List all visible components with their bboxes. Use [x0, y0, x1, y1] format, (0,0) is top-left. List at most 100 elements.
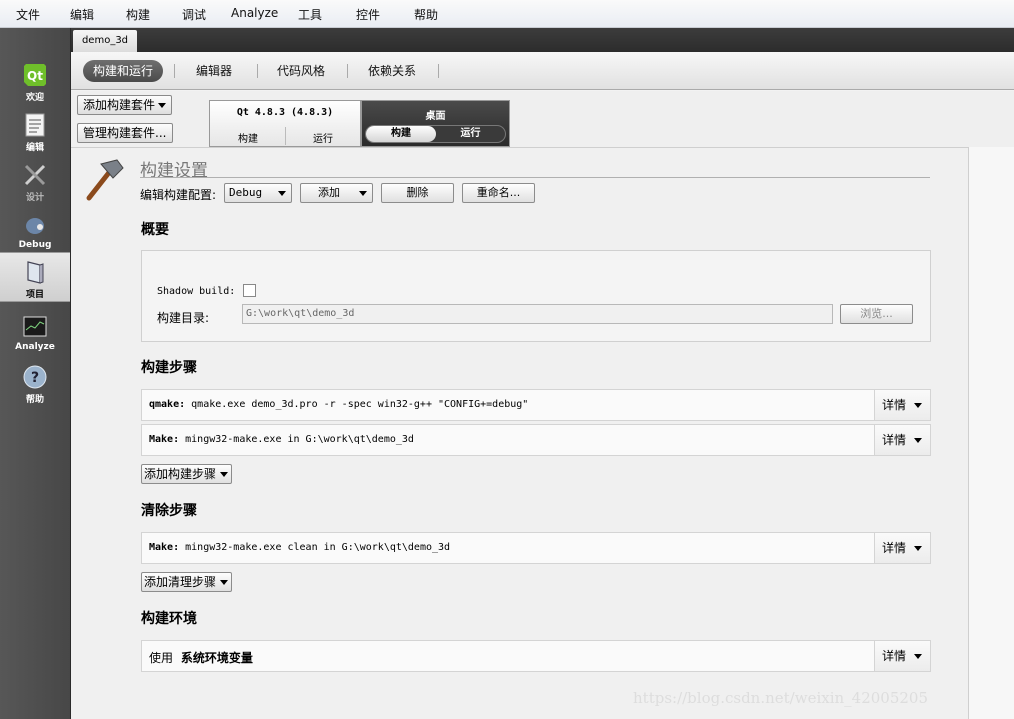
kit-qt-run[interactable]: 运行 [286, 130, 360, 145]
menu-debug[interactable]: 调试 [182, 6, 206, 23]
build-step-make[interactable]: Make: mingw32-make.exe in G:\work\qt\dem… [141, 424, 931, 456]
watermark-text: https://blog.csdn.net/weixin_42005205 [633, 689, 929, 707]
build-env-row[interactable]: 使用 系统环境变量 详情 [141, 640, 931, 672]
hammer-icon [86, 159, 124, 201]
divider [257, 64, 258, 78]
kit-desktop-build[interactable]: 构建 [366, 126, 436, 142]
mode-analyze[interactable]: Analyze [0, 308, 70, 358]
mode-design[interactable]: 设计 [0, 156, 70, 206]
chevron-down-icon [220, 472, 228, 477]
mode-bar: Qt 欢迎 编辑 设计 Debug 项目 Analyze ? 帮助 [0, 28, 71, 719]
manage-kits-button[interactable]: 管理构建套件... [77, 123, 173, 143]
add-config-button[interactable]: 添加 [300, 183, 373, 203]
design-tools-icon [24, 164, 46, 186]
kit-desktop-title: 桌面 [425, 111, 446, 122]
build-dir-input[interactable]: G:\work\qt\demo_3d [242, 304, 833, 324]
menu-analyze[interactable]: Analyze [231, 6, 278, 20]
details-button[interactable]: 详情 [874, 390, 930, 420]
add-clean-step-button[interactable]: 添加清理步骤 [141, 572, 232, 592]
mode-edit[interactable]: 编辑 [0, 106, 70, 156]
step-command: mingw32-make.exe in G:\work\qt\demo_3d [185, 434, 414, 445]
menu-tools[interactable]: 工具 [298, 6, 322, 23]
step-name: Make: [149, 542, 180, 553]
divider [438, 64, 439, 78]
details-label: 详情 [882, 398, 907, 412]
details-button[interactable]: 详情 [874, 425, 930, 455]
tab-editor[interactable]: 编辑器 [186, 60, 242, 82]
mode-welcome-label: 欢迎 [25, 93, 44, 103]
chevron-down-icon [914, 546, 922, 551]
overview-title: 概要 [141, 222, 169, 238]
document-tab[interactable]: demo_3d [73, 30, 137, 52]
step-name: qmake: [149, 399, 186, 410]
add-kit-button[interactable]: 添加构建套件 [77, 95, 172, 115]
kit-qt-build[interactable]: 构建 [210, 130, 286, 145]
mode-analyze-label: Analyze [15, 342, 55, 352]
build-steps-title: 构建步骤 [141, 360, 197, 376]
mode-projects[interactable]: 项目 [0, 252, 70, 302]
details-button[interactable]: 详情 [874, 641, 930, 671]
delete-config-button[interactable]: 删除 [381, 183, 454, 203]
details-button[interactable]: 详情 [874, 533, 930, 563]
chevron-down-icon [220, 580, 228, 585]
right-gutter [968, 147, 1014, 719]
chevron-down-icon [158, 103, 166, 108]
chevron-down-icon [278, 191, 286, 196]
env-use-label: 使用 [149, 651, 174, 665]
add-build-step-button[interactable]: 添加构建步骤 [141, 464, 232, 484]
menu-build[interactable]: 构建 [126, 6, 150, 23]
details-label: 详情 [882, 541, 907, 555]
document-tab-strip: demo_3d [71, 28, 1014, 52]
step-name: Make: [149, 434, 180, 445]
browse-button[interactable]: 浏览... [840, 304, 913, 324]
build-env-title: 构建环境 [141, 611, 197, 627]
mode-debug[interactable]: Debug [0, 206, 70, 256]
chevron-down-icon [914, 654, 922, 659]
svg-text:?: ? [31, 370, 39, 386]
build-config-select[interactable]: Debug [224, 183, 292, 203]
chevron-down-icon [914, 403, 922, 408]
step-command: mingw32-make.exe clean in G:\work\qt\dem… [185, 542, 451, 553]
step-summary: Make: mingw32-make.exe clean in G:\work\… [149, 542, 450, 553]
add-build-step-label: 添加构建步骤 [144, 467, 217, 481]
mode-design-label: 设计 [25, 193, 44, 203]
chevron-down-icon [914, 438, 922, 443]
tab-build-run[interactable]: 构建和运行 [83, 60, 164, 82]
add-kit-label: 添加构建套件 [83, 98, 156, 112]
analyze-monitor-icon [23, 316, 47, 337]
mode-edit-label: 编辑 [25, 143, 44, 153]
help-icon: ? [23, 365, 47, 389]
mode-projects-label: 项目 [25, 290, 44, 300]
clean-step-make[interactable]: Make: mingw32-make.exe clean in G:\work\… [141, 532, 931, 564]
divider [140, 177, 930, 178]
project-subtabs: 构建和运行 编辑器 代码风格 依赖关系 [71, 52, 1014, 90]
debug-bug-icon [26, 218, 44, 234]
mode-help-label: 帮助 [25, 395, 44, 405]
tab-code-style[interactable]: 代码风格 [267, 60, 335, 82]
document-icon [25, 113, 45, 137]
kit-qt-title: Qt 4.8.3 (4.8.3) [236, 107, 334, 118]
kit-qt[interactable]: Qt 4.8.3 (4.8.3) 构建 运行 [209, 100, 361, 147]
menu-help[interactable]: 帮助 [414, 6, 438, 23]
build-config-value: Debug [229, 186, 263, 199]
svg-text:Qt: Qt [27, 69, 43, 83]
tab-dependencies[interactable]: 依赖关系 [358, 60, 426, 82]
kit-desktop[interactable]: 桌面 构建 运行 [361, 100, 510, 147]
menu-controls[interactable]: 控件 [356, 6, 380, 23]
build-step-qmake[interactable]: qmake: qmake.exe demo_3d.pro -r -spec wi… [141, 389, 931, 421]
mode-welcome[interactable]: Qt 欢迎 [0, 56, 70, 106]
shadow-build-checkbox[interactable] [243, 284, 256, 297]
menu-bar: 文件 编辑 构建 调试 Analyze 工具 控件 帮助 [0, 0, 1014, 28]
kit-selector-area: 添加构建套件 管理构建套件... Qt 4.8.3 (4.8.3) 构建 运行 … [71, 91, 1014, 147]
kit-desktop-run[interactable]: 运行 [436, 126, 505, 142]
rename-config-button[interactable]: 重命名... [462, 183, 535, 203]
menu-edit[interactable]: 编辑 [70, 6, 94, 23]
menu-file[interactable]: 文件 [16, 6, 40, 23]
chevron-down-icon [359, 191, 367, 196]
add-config-label: 添加 [318, 186, 340, 199]
step-command: qmake.exe demo_3d.pro -r -spec win32-g++… [191, 399, 529, 410]
kit-desktop-toggle: 构建 运行 [365, 125, 506, 143]
mode-help[interactable]: ? 帮助 [0, 358, 70, 408]
edit-config-label: 编辑构建配置: [140, 188, 217, 202]
qt-logo-icon: Qt [24, 64, 46, 86]
